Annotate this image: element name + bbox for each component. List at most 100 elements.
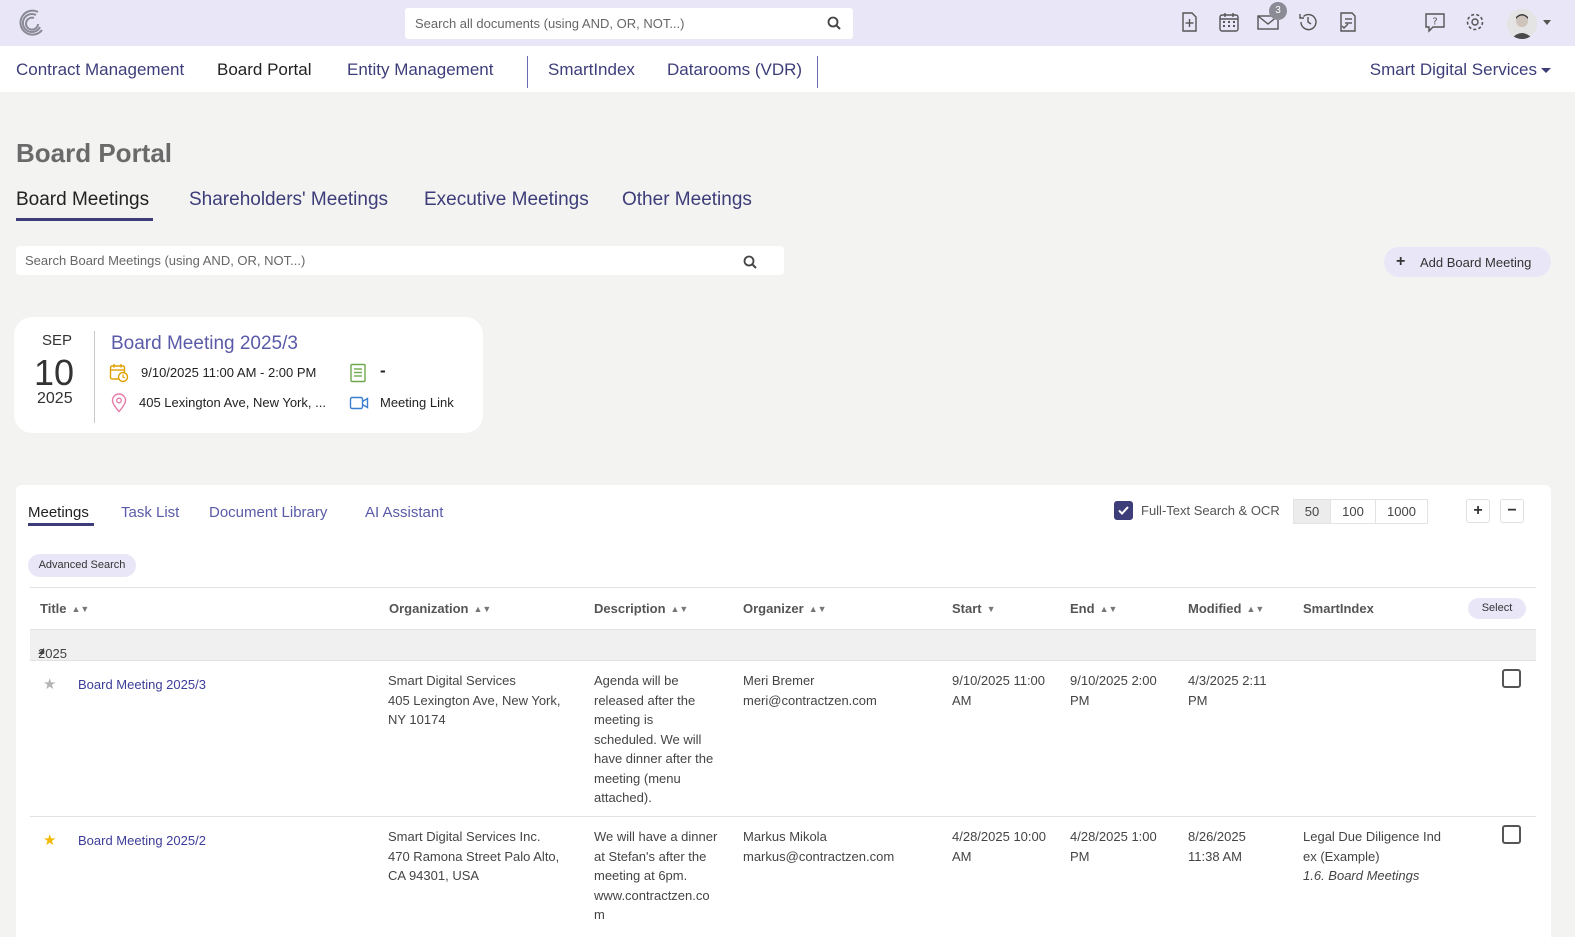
global-search-input[interactable]: Search all documents (using AND, OR, NOT… <box>405 8 853 39</box>
page-size-1000[interactable]: 1000 <box>1375 499 1428 524</box>
nav-divider <box>527 56 528 88</box>
page-size-100[interactable]: 100 <box>1330 499 1376 524</box>
add-board-meeting-button[interactable]: + Add Board Meeting <box>1384 247 1551 277</box>
column-end-label: End <box>1070 601 1095 616</box>
task-list-icon[interactable] <box>1337 11 1359 33</box>
nav-datarooms[interactable]: Datarooms (VDR) <box>667 60 802 80</box>
row-select-checkbox[interactable] <box>1502 669 1521 688</box>
tab-meetings[interactable]: Meetings <box>28 504 89 521</box>
column-start-label: Start <box>952 601 982 616</box>
modified-cell: 8/26/2025 11:38 AM <box>1188 829 1246 864</box>
tab-document-library[interactable]: Document Library <box>209 504 327 521</box>
column-modified-label: Modified <box>1188 601 1242 616</box>
column-organizer-label: Organizer <box>743 601 804 616</box>
board-meetings-search-input[interactable]: Search Board Meetings (using AND, OR, NO… <box>16 246 784 275</box>
avatar[interactable] <box>1507 9 1537 39</box>
organization-cell: Smart Digital Services 405 Lexington Ave… <box>388 673 561 727</box>
smartindex-sub-cell: 1.6. Board Meetings <box>1303 868 1420 883</box>
nav-entity-management[interactable]: Entity Management <box>347 60 493 80</box>
search-icon[interactable] <box>827 16 841 30</box>
meeting-link[interactable]: Meeting Link <box>380 395 454 410</box>
card-month: SEP <box>42 332 73 349</box>
star-icon[interactable]: ★ <box>43 675 56 693</box>
organizer-cell: Meri Bremer meri@contractzen.com <box>743 673 877 708</box>
column-organizer[interactable]: Organizer ▲▼ <box>743 601 827 616</box>
column-description[interactable]: Description ▲▼ <box>594 601 688 616</box>
organizer-cell: Markus Mikola markus@contractzen.com <box>743 829 895 864</box>
column-smartindex: SmartIndex <box>1303 601 1374 616</box>
card-datetime: 9/10/2025 11:00 AM - 2:00 PM <box>141 365 317 380</box>
sort-icon: ▲▼ <box>473 604 492 614</box>
column-modified[interactable]: Modified ▲▼ <box>1188 601 1264 616</box>
card-year: 2025 <box>37 390 73 407</box>
plus-icon: + <box>1396 253 1406 270</box>
end-cell: 9/10/2025 2:00 PM <box>1070 673 1157 708</box>
end-cell: 4/28/2025 1:00 PM <box>1070 829 1157 864</box>
column-organization-label: Organization <box>389 601 469 616</box>
column-organization[interactable]: Organization ▲▼ <box>389 601 491 616</box>
card-divider <box>94 331 95 423</box>
column-description-label: Description <box>594 601 666 616</box>
group-year: 2025 <box>38 646 67 661</box>
column-title-label: Title <box>40 601 67 616</box>
help-icon[interactable]: ? <box>1424 11 1446 33</box>
main-nav: Contract Management Board Portal Entity … <box>0 46 1575 92</box>
check-icon <box>1118 506 1129 515</box>
gear-icon[interactable] <box>1464 11 1486 33</box>
row-select-checkbox[interactable] <box>1502 825 1521 844</box>
app-logo[interactable] <box>16 8 46 38</box>
description-cell: We will have a dinner at Stefan's after … <box>594 829 718 922</box>
video-camera-icon <box>349 396 369 410</box>
document-icon <box>350 363 366 383</box>
tab-ai-assistant[interactable]: AI Assistant <box>365 504 443 521</box>
tab-other-meetings[interactable]: Other Meetings <box>622 189 752 211</box>
upcoming-meeting-card[interactable]: SEP 10 2025 Board Meeting 2025/3 9/10/20… <box>14 317 483 433</box>
nav-smartindex[interactable]: SmartIndex <box>548 60 635 80</box>
meetings-panel: Meetings Task List Document Library AI A… <box>16 485 1551 937</box>
organization-cell: Smart Digital Services Inc. 470 Ramona S… <box>388 829 560 883</box>
sort-icon: ▲▼ <box>1246 604 1265 614</box>
card-day: 10 <box>34 352 75 393</box>
sort-icon: ▲▼ <box>808 604 827 614</box>
column-title[interactable]: Title ▲▼ <box>40 601 89 616</box>
chevron-down-icon[interactable] <box>1543 20 1551 25</box>
card-title[interactable]: Board Meeting 2025/3 <box>111 333 298 355</box>
nav-divider <box>817 56 818 88</box>
nav-contract-management[interactable]: Contract Management <box>16 60 184 80</box>
page-title: Board Portal <box>16 138 173 168</box>
advanced-search-button[interactable]: Advanced Search <box>28 554 136 577</box>
tab-task-list[interactable]: Task List <box>121 504 179 521</box>
group-row-2025[interactable]: ◢ 2025 <box>30 630 1536 661</box>
fulltext-search-checkbox[interactable] <box>1114 501 1133 520</box>
organization-selector[interactable]: Smart Digital Services <box>1370 60 1537 80</box>
tab-shareholders-meetings[interactable]: Shareholders' Meetings <box>189 189 388 211</box>
history-icon[interactable] <box>1297 11 1319 33</box>
board-meetings-search-placeholder: Search Board Meetings (using AND, OR, NO… <box>25 253 306 268</box>
tab-board-meetings[interactable]: Board Meetings <box>16 189 149 211</box>
table-row[interactable]: ★ Board Meeting 2025/3 Smart Digital Ser… <box>30 661 1536 817</box>
page-size-50[interactable]: 50 <box>1293 499 1331 524</box>
collapse-all-button[interactable]: − <box>1500 499 1524 523</box>
sort-icon: ▲▼ <box>71 604 90 614</box>
meeting-title-link[interactable]: Board Meeting 2025/3 <box>78 675 206 695</box>
table-header: Title ▲▼ Organization ▲▼ Description ▲▼ Org… <box>30 587 1536 630</box>
sort-icon: ▲▼ <box>1099 604 1118 614</box>
notification-badge: 3 <box>1269 2 1287 20</box>
smartindex-cell: Legal Due Diligence Ind ex (Example) <box>1303 829 1442 864</box>
meeting-title-link[interactable]: Board Meeting 2025/2 <box>78 831 206 851</box>
nav-board-portal[interactable]: Board Portal <box>217 60 312 80</box>
select-button[interactable]: Select <box>1468 598 1526 619</box>
svg-text:?: ? <box>1432 17 1437 28</box>
tab-executive-meetings[interactable]: Executive Meetings <box>424 189 589 211</box>
chevron-down-icon[interactable] <box>1541 68 1551 73</box>
calendar-clock-icon <box>109 364 129 383</box>
column-start[interactable]: Start ▼ <box>952 601 996 616</box>
new-document-icon[interactable] <box>1178 11 1200 33</box>
table-row[interactable]: ★ Board Meeting 2025/2 Smart Digital Ser… <box>30 817 1536 937</box>
active-tab-indicator <box>16 218 153 221</box>
star-icon[interactable]: ★ <box>43 831 56 849</box>
expand-all-button[interactable]: + <box>1466 499 1490 523</box>
search-icon[interactable] <box>743 255 757 269</box>
column-end[interactable]: End ▲▼ <box>1070 601 1117 616</box>
calendar-icon[interactable] <box>1218 11 1240 33</box>
